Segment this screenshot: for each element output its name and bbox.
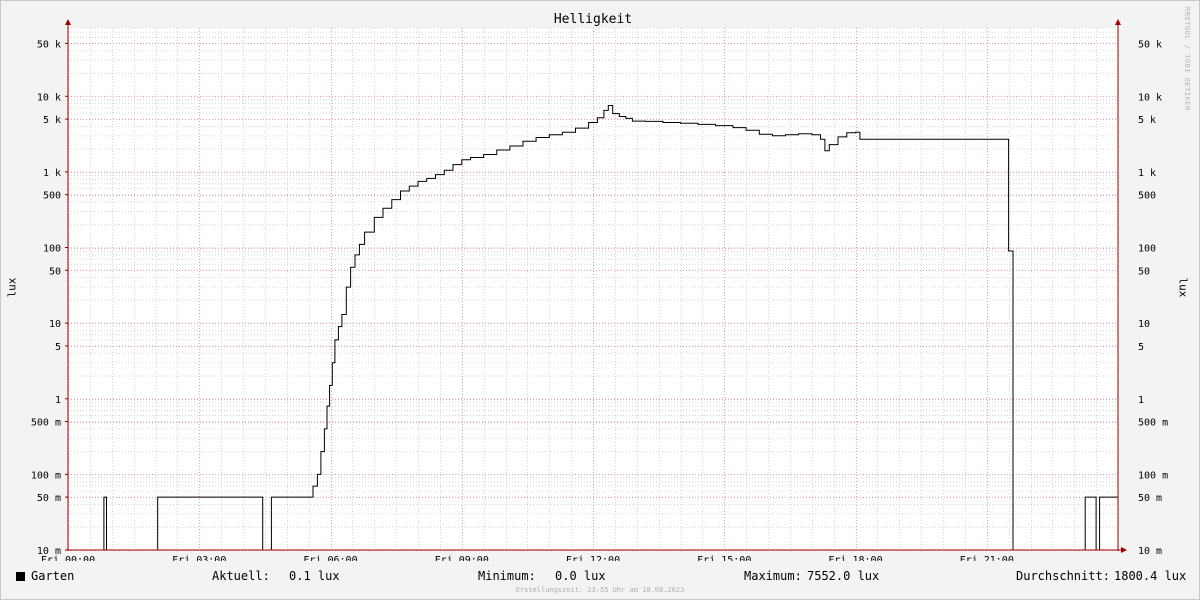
legend-current-label: Aktuell: — [212, 569, 270, 583]
y-tick-label-right: 500 — [1138, 191, 1156, 202]
x-tick-label: Fri 12:00 — [566, 555, 620, 561]
y-tick-label-right: 50 m — [1138, 493, 1162, 504]
y-tick-label-left: 100 m — [31, 470, 61, 481]
y-axis-arrow-left — [65, 19, 71, 25]
y-tick-label-left: 500 — [43, 191, 61, 202]
x-tick-label: Fri 00:00 — [41, 555, 95, 561]
y-tick-label-left: 10 k — [37, 92, 61, 103]
legend: Garten Aktuell: 0.1 lux Minimum: 0.0 lux… — [1, 567, 1199, 585]
y-tick-label-right: 5 k — [1138, 115, 1156, 126]
y-tick-label-right: 100 — [1138, 244, 1156, 255]
x-tick-label: Fri 03:00 — [172, 555, 226, 561]
x-axis-arrow — [1121, 547, 1127, 553]
creation-time-footer: Erstellungszeit: 23:55 Uhr am 18.08.2023 — [515, 586, 685, 594]
chart-svg: 10 m 10 m50 m 50 m100 m 100 m500 m 500 m1 15 5… — [31, 12, 1168, 561]
y-axis-label-right: lux — [1176, 277, 1190, 298]
legend-max-value: 7552.0 lux — [807, 569, 880, 583]
y-tick-label-left: 50 k — [37, 39, 61, 50]
y-tick-label-left: 50 m — [37, 493, 61, 504]
y-tick-label-left: 1 k — [43, 168, 61, 179]
y-tick-label-left: 50 — [49, 266, 61, 277]
legend-series-name: Garten — [31, 569, 75, 583]
y-tick-label-right: 1 — [1138, 395, 1144, 406]
y-tick-label-left: 10 — [49, 319, 61, 330]
x-tick-label: Fri 18:00 — [828, 555, 882, 561]
y-tick-label-right: 50 k — [1138, 39, 1162, 50]
y-tick-label-left: 5 — [55, 342, 61, 353]
y-tick-label-right: 100 m — [1138, 470, 1168, 481]
y-tick-label-left: 5 k — [43, 115, 61, 126]
legend-avg-label: Durchschnitt: — [1016, 569, 1110, 583]
y-tick-label-left: 100 — [43, 244, 61, 255]
x-tick-label: Fri 09:00 — [435, 555, 489, 561]
y-tick-label-right: 50 — [1138, 266, 1150, 277]
x-tick-label: Fri 21:00 — [960, 555, 1014, 561]
chart-window: 10 m 10 m 50 m 50 m 100 m 100 m 500 m 500 m1155… — [0, 0, 1200, 600]
y-tick-label-right: 10 m — [1138, 546, 1162, 557]
y-tick-label-right: 10 — [1138, 319, 1150, 330]
y-axis-arrow-right — [1115, 19, 1121, 25]
x-tick-label: Fri 15:00 — [697, 555, 751, 561]
legend-current-value: 0.1 lux — [289, 569, 340, 583]
y-tick-label-right: 10 k — [1138, 92, 1162, 103]
y-tick-label-right: 5 — [1138, 342, 1144, 353]
y-tick-label-left: 1 — [55, 395, 61, 406]
y-tick-label-right: 1 k — [1138, 168, 1156, 179]
chart-title: Helligkeit — [554, 12, 632, 27]
legend-max-label: Maximum: — [744, 569, 802, 583]
y-tick-label-right: 500 m — [1138, 418, 1168, 429]
legend-avg-value: 1800.4 lux — [1114, 569, 1187, 583]
y-axis-label-left: lux — [5, 277, 19, 298]
legend-min-value: 0.0 lux — [555, 569, 606, 583]
y-tick-label-left: 500 m — [31, 418, 61, 429]
legend-min-label: Minimum: — [478, 569, 536, 583]
x-tick-label: Fri 06:00 — [303, 555, 357, 561]
legend-swatch — [16, 572, 25, 581]
rrdtool-watermark: RRDTOOL / TOBI OETIKER — [1183, 7, 1191, 111]
